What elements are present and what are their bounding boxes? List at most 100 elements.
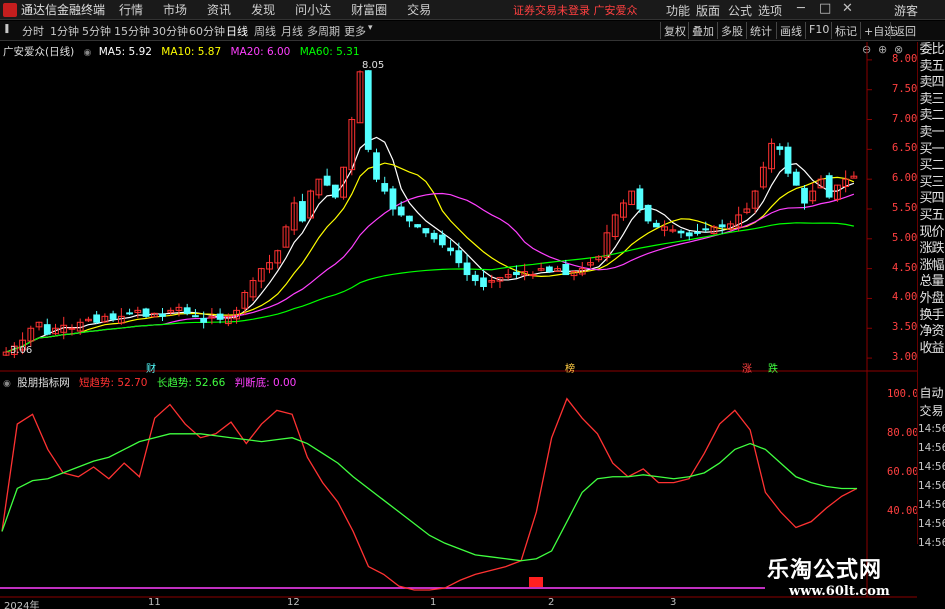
candle-body: [126, 312, 133, 315]
watermark: 乐淘公式网 www.60lt.com: [757, 548, 917, 608]
trade-time-1: 14:56: [918, 442, 945, 454]
candle-body: [776, 146, 784, 150]
candle-body: [397, 206, 405, 216]
side-label-13: 涨幅: [919, 257, 944, 273]
ma20-line: [5, 192, 855, 353]
date-label-12: 12: [287, 597, 300, 608]
candle-body: [438, 234, 446, 246]
candle-body: [480, 277, 487, 288]
high-price-label: 8.05: [362, 60, 385, 71]
candle-body: [406, 215, 413, 222]
side-label-7: 买二: [919, 158, 944, 174]
side-label-8: 买三: [919, 174, 944, 190]
side-label-6: 买一: [919, 141, 944, 157]
moving-average-lines: [5, 136, 855, 353]
side-label-4: 卖二: [919, 108, 944, 124]
long-trend-line: [1, 433, 857, 562]
candle-body: [694, 231, 701, 234]
candle-body: [685, 232, 693, 237]
trade-time-3: 14:56: [918, 480, 945, 492]
candle-body: [364, 70, 372, 150]
candle-body: [43, 324, 51, 335]
side-label-14: 总量: [919, 274, 944, 290]
candle-body: [447, 247, 454, 252]
side-label-18: 收益: [919, 340, 944, 356]
side-label-1: 卖五: [919, 58, 944, 74]
candle-body: [702, 228, 710, 231]
long-trend-value: 长趋势: 52.66: [156, 377, 226, 389]
candle-body: [93, 314, 101, 323]
candle-body: [801, 187, 808, 204]
price-tick-3: 6.50: [892, 142, 918, 155]
indicator-lines: [1, 397, 858, 591]
trade-time-6: 14:56: [918, 537, 945, 549]
side-label-5: 卖一: [919, 124, 944, 140]
candle-body: [331, 184, 339, 198]
candle-body: [68, 327, 76, 330]
marker-zhang[interactable]: 涨: [742, 360, 752, 375]
candle-body: [463, 262, 471, 276]
low-price-label: 3.06: [10, 345, 33, 356]
candle-body: [545, 266, 553, 273]
candlesticks: [2, 69, 858, 359]
candle-body: [381, 183, 389, 192]
side-label-17: 净资: [919, 324, 944, 340]
price-tick-0: 8.00: [892, 52, 918, 65]
candle-body: [323, 175, 331, 186]
candle-body: [192, 315, 199, 318]
price-tick-2: 7.00: [892, 112, 918, 125]
indicator-tick-0: 100.0: [887, 387, 919, 400]
date-label-11: 11: [148, 597, 161, 608]
indicator-legend: ◉ 股朋指标网 短趋势: 52.70 长趋势: 52.66 判断底: 0.00: [3, 375, 302, 390]
candle-body: [562, 264, 570, 276]
candle-body: [159, 313, 166, 317]
trade-side-panel: 自动 交易 14:56 14:56 14:56 14:56 14:56 14:56 14:56: [917, 384, 945, 549]
candle-body: [109, 313, 117, 320]
marker-bang[interactable]: 榜: [565, 360, 575, 375]
price-tick-8: 4.00: [892, 291, 918, 304]
ma60-line: [5, 222, 855, 353]
candle-body: [373, 152, 380, 180]
trade-time-5: 14:56: [918, 518, 945, 530]
trade-time-0: 14:56: [918, 423, 945, 435]
trade-label-0[interactable]: 自动: [918, 384, 945, 402]
candle-body: [299, 201, 306, 222]
watermark-title: 乐淘公式网: [767, 558, 883, 583]
date-label-2: 2: [548, 597, 555, 608]
price-tick-7: 4.50: [892, 261, 918, 274]
indicator-settings-icon[interactable]: ◉: [3, 379, 11, 389]
marker-cai[interactable]: 财: [146, 360, 156, 375]
price-tick-6: 5.00: [892, 231, 918, 244]
side-label-11: 现价: [919, 224, 944, 240]
price-tick-10: 3.00: [892, 351, 918, 364]
candle-body: [784, 146, 792, 174]
judge-bottom-value: 判断底: 0.00: [234, 377, 297, 389]
candle-body: [652, 222, 660, 228]
side-label-10: 买五: [919, 207, 944, 223]
indicator-tick-3: 40.00: [887, 504, 919, 517]
candle-body: [677, 230, 685, 234]
short-trend-line: [1, 397, 858, 591]
candle-body: [183, 307, 191, 314]
candle-body: [430, 232, 438, 240]
candle-body: [471, 274, 479, 282]
side-label-3: 卖三: [919, 91, 944, 107]
trade-time-2: 14:56: [918, 461, 945, 473]
indicator-tick-1: 80.00: [887, 426, 919, 439]
candle-body: [216, 313, 224, 320]
candle-body: [718, 224, 726, 228]
candle-body: [825, 175, 833, 198]
quote-side-panel: 委比 卖五 卖四 卖三 卖二 卖一 买一 买二 买三 买四 买五 现价 涨跌 涨幅 总量 外盘 换手 净资 收益: [917, 42, 945, 422]
candle-body: [389, 188, 397, 210]
kline-chart[interactable]: [0, 0, 945, 609]
date-label-3: 3: [670, 597, 677, 608]
side-label-9: 买四: [919, 191, 944, 207]
trade-time-4: 14:56: [918, 499, 945, 511]
marker-die[interactable]: 跌: [768, 360, 778, 375]
candle-body: [644, 204, 652, 222]
indicator-name: 股朋指标网: [17, 377, 70, 389]
judge-bottom-signal: [529, 577, 543, 587]
side-label-16: 换手: [919, 307, 944, 323]
side-label-2: 卖四: [919, 75, 944, 91]
trade-label-1[interactable]: 交易: [918, 402, 945, 420]
